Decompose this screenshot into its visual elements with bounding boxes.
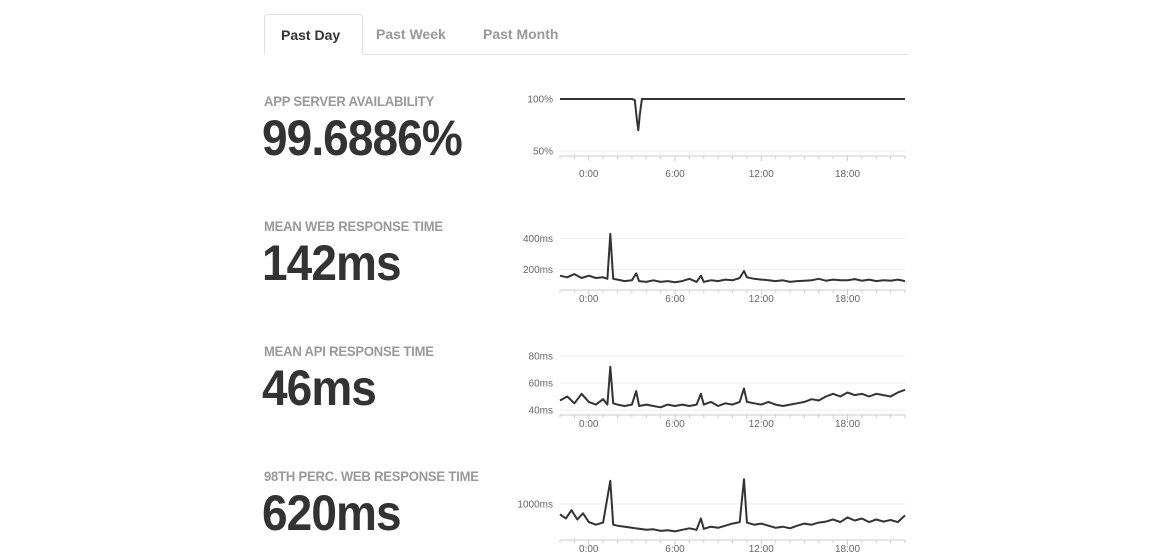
time-range-tabs: Past Day Past Week Past Month [264, 14, 909, 55]
series-line [559, 478, 906, 533]
web-response-chart: 400ms 200ms 0:00 6:00 12:00 18:00 [523, 232, 906, 305]
metric-label: MEAN API RESPONSE TIME [264, 343, 434, 359]
x-tick-label: 0:00 [579, 294, 599, 305]
y-tick-label: 40ms [529, 406, 553, 417]
metric-value: 99.6886% [262, 110, 463, 166]
x-tick-label: 6:00 [665, 419, 685, 430]
metric-value: 46ms [262, 360, 377, 416]
x-tick-label: 12:00 [749, 419, 774, 430]
api-response-chart: 80ms 60ms 40ms 0:00 6:00 12:00 18:00 [529, 352, 906, 430]
y-tick-label: 200ms [523, 265, 553, 276]
y-tick-label: 400ms [523, 234, 553, 245]
series-line [559, 232, 906, 284]
y-tick-label: 80ms [529, 352, 553, 363]
perc98-response-chart: 1000ms0:00 6:00 12:00 18:00 [517, 478, 906, 555]
metric-label: 98TH PERC. WEB RESPONSE TIME [264, 468, 479, 484]
y-tick-label: 100% [527, 95, 553, 106]
y-tick-label: 60ms [529, 379, 553, 390]
tab-past-week[interactable]: Past Week [360, 14, 462, 54]
series-line [559, 365, 906, 409]
series-line [560, 98, 905, 132]
x-tick-label: 18:00 [835, 169, 860, 180]
x-tick-label: 12:00 [749, 169, 774, 180]
metric-label: MEAN WEB RESPONSE TIME [264, 218, 443, 234]
x-tick-label: 6:00 [665, 169, 685, 180]
metric-value: 620ms [262, 485, 402, 541]
metric-value: 142ms [262, 235, 402, 291]
x-tick-label: 6:00 [665, 294, 685, 305]
x-tick-label: 0:00 [579, 419, 599, 430]
availability-chart: 100% 50% 0:00 6:00 12:00 18:00 [527, 95, 906, 180]
y-tick-label: 50% [533, 147, 553, 158]
x-tick-label: 12:00 [749, 294, 774, 305]
x-tick-label: 0:00 [579, 169, 599, 180]
tab-past-day[interactable]: Past Day [264, 14, 363, 55]
metric-label: APP SERVER AVAILABILITY [264, 93, 435, 109]
x-tick-label: 18:00 [835, 419, 860, 430]
y-tick-label: 1000ms [517, 500, 553, 511]
x-tick-label: 18:00 [835, 294, 860, 305]
tab-past-month[interactable]: Past Month [467, 14, 577, 54]
